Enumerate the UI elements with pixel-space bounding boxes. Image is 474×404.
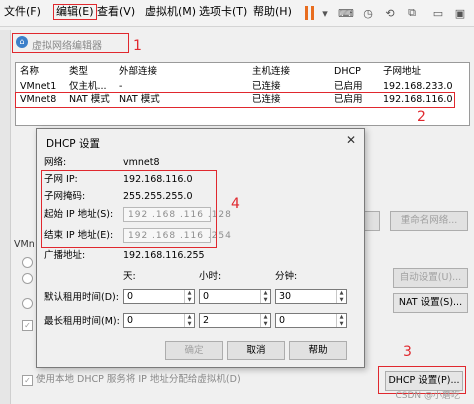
left-strip [0, 30, 11, 404]
menu-tabs[interactable]: 选项卡(T) [199, 5, 247, 19]
spin-arrows-icon[interactable]: ▲ ▼ [184, 290, 194, 303]
nat-settings-button[interactable]: NAT 设置(S)... [393, 293, 468, 313]
vmnet-info-label: VMn [14, 239, 35, 250]
dhcp-service-checkbox[interactable]: ✓ [22, 375, 33, 386]
spin-value: 2 [203, 315, 210, 326]
dhcp-dialog-title: DHCP 设置 [46, 138, 100, 150]
col-type[interactable]: 类型 [69, 66, 88, 78]
spin-arrows-icon[interactable]: ▲ ▼ [260, 314, 270, 327]
menu-view[interactable]: 查看(V) [97, 5, 135, 19]
spin-arrows-icon[interactable]: ▲ ▼ [184, 314, 194, 327]
rename-network-button[interactable]: 重命名网络... [390, 211, 468, 231]
dropdown-arrow-icon[interactable]: ▾ [320, 5, 330, 21]
network-label: 网络: [44, 157, 67, 168]
auto-settings-button[interactable]: 自动设置(U)... [393, 268, 468, 288]
host-only-radio[interactable] [22, 298, 33, 309]
max-lease-days[interactable]: 0 ▲ ▼ [123, 313, 195, 328]
annotation-box-1 [12, 33, 129, 53]
unity-icon[interactable]: ▣ [452, 5, 468, 21]
spin-value: 0 [203, 291, 210, 302]
hours-column-label: 小时: [199, 271, 222, 282]
dhcp-service-label: 使用本地 DHCP 服务将 IP 地址分配给虚拟机(D) [36, 374, 241, 385]
cancel-button[interactable]: 取消 [227, 341, 285, 360]
help-button[interactable]: 帮助 [289, 341, 347, 360]
spin-arrows-icon[interactable]: ▲ ▼ [336, 314, 346, 327]
network-value: vmnet8 [123, 157, 160, 168]
default-lease-label: 默认租用时间(D): [44, 292, 119, 303]
minutes-column-label: 分钟: [275, 271, 298, 282]
max-lease-minutes[interactable]: 0 ▲ ▼ [275, 313, 347, 328]
connect-adapter-checkbox[interactable]: ✓ [22, 320, 33, 331]
annotation-4: 4 [231, 196, 240, 212]
annotation-1: 1 [133, 38, 142, 54]
annotation-box-2 [15, 92, 455, 108]
menu-file[interactable]: 文件(F) [4, 5, 41, 19]
send-keys-icon[interactable]: ⌨ [338, 5, 354, 21]
broadcast-label: 广播地址: [44, 250, 86, 261]
pause-icon[interactable] [305, 6, 308, 20]
dhcp-settings-dialog: DHCP 设置 ✕ 网络: vmnet8 子网 IP: 192.168.116.… [36, 128, 365, 368]
col-subnet[interactable]: 子网地址 [383, 66, 421, 78]
spin-value: 30 [279, 291, 292, 302]
spin-value: 0 [279, 315, 286, 326]
default-lease-hours[interactable]: 0 ▲ ▼ [199, 289, 271, 304]
spin-arrows-icon[interactable]: ▲ ▼ [260, 290, 270, 303]
bridged-radio[interactable] [22, 257, 33, 268]
menu-help[interactable]: 帮助(H) [253, 5, 292, 19]
spin-arrows-icon[interactable]: ▲ ▼ [336, 290, 346, 303]
default-lease-days[interactable]: 0 ▲ ▼ [123, 289, 195, 304]
max-lease-hours[interactable]: 2 ▲ ▼ [199, 313, 271, 328]
restore-snapshot-icon[interactable]: ⟲ [382, 5, 398, 21]
snapshot-icon[interactable]: ◷ [360, 5, 376, 21]
fullscreen-icon[interactable]: ▭ [430, 5, 446, 21]
broadcast-value: 192.168.116.255 [123, 250, 205, 261]
col-external[interactable]: 外部连接 [119, 66, 157, 78]
pause-icon-bar [311, 6, 314, 20]
menu-edit[interactable]: 编辑(E) [53, 4, 97, 20]
annotation-box-4 [41, 170, 217, 248]
ok-button[interactable]: 确定 [165, 341, 223, 360]
menu-vm[interactable]: 虚拟机(M) [145, 5, 196, 19]
col-name[interactable]: 名称 [20, 66, 39, 78]
col-dhcp[interactable]: DHCP [334, 66, 361, 78]
annotation-2: 2 [417, 109, 426, 125]
nat-radio[interactable] [22, 273, 33, 284]
default-lease-minutes[interactable]: 30 ▲ ▼ [275, 289, 347, 304]
spin-value: 0 [127, 291, 134, 302]
spin-value: 0 [127, 315, 134, 326]
days-column-label: 天: [123, 271, 136, 282]
watermark: CSDN @小蘑吃 [395, 391, 460, 401]
max-lease-label: 最长租用时间(M): [44, 316, 120, 327]
menubar: 文件(F) 编辑(E) 查看(V) 虚拟机(M) 选项卡(T) 帮助(H) ▾ … [0, 0, 474, 27]
col-host[interactable]: 主机连接 [252, 66, 290, 78]
close-icon[interactable]: ✕ [346, 133, 356, 147]
manage-snapshots-icon[interactable]: ⧉ [404, 5, 420, 21]
annotation-3: 3 [403, 344, 412, 360]
